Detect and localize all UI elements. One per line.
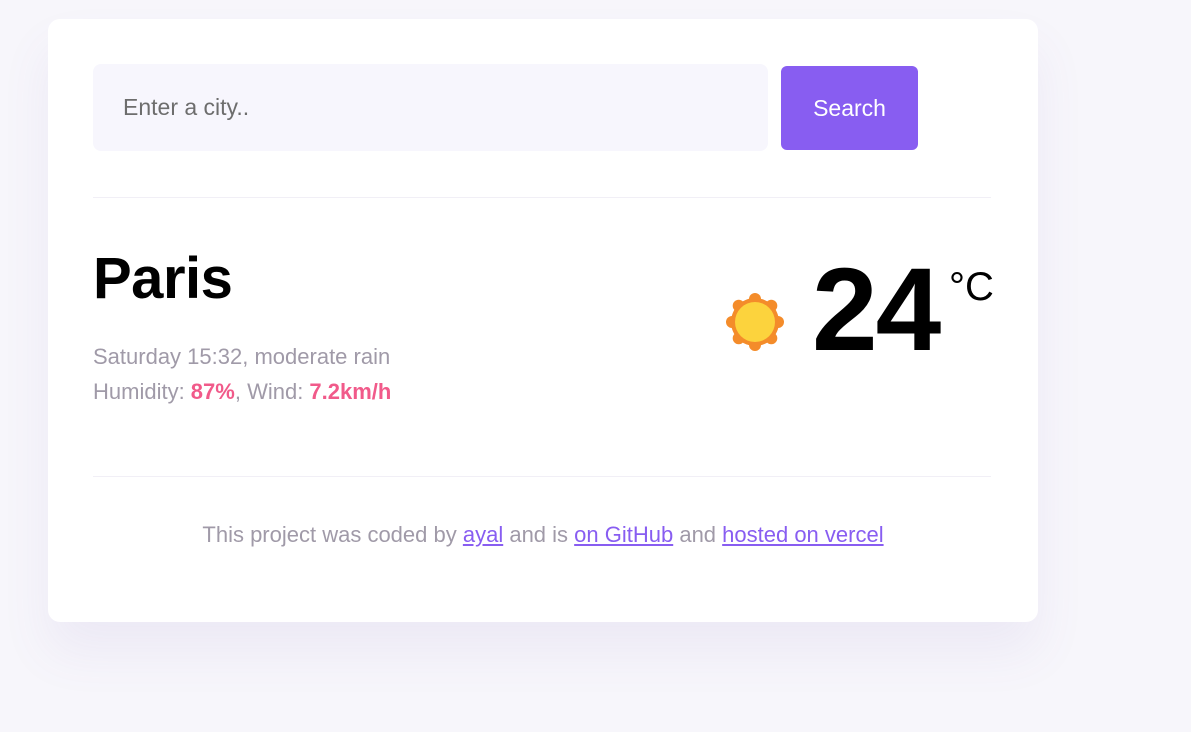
date-description-line: Saturday 15:32, moderate rain (93, 339, 391, 374)
city-search-input[interactable] (93, 64, 768, 151)
sun-icon (726, 293, 784, 351)
weather-description: moderate rain (254, 344, 391, 369)
humidity-wind-line: Humidity: 87%, Wind: 7.2km/h (93, 374, 391, 409)
city-name: Paris (93, 246, 233, 311)
vercel-link[interactable]: hosted on vercel (722, 522, 883, 547)
temperature-unit: °C (949, 265, 994, 309)
weather-details: Saturday 15:32, moderate rain Humidity: … (93, 339, 391, 409)
divider (93, 197, 991, 198)
weather-card: Search Paris Saturday 15:32, moderate ra… (48, 19, 1038, 622)
footer: This project was coded by ayal and is on… (48, 522, 1038, 548)
temperature-value: 24 (812, 244, 941, 376)
footer-text: and (673, 522, 723, 547)
github-link[interactable]: on GitHub (574, 522, 673, 547)
humidity-value: 87% (190, 379, 235, 404)
footer-text: and is (503, 522, 575, 547)
wind-value: 7.2km/h (309, 379, 392, 404)
footer-text: This project was coded by (202, 522, 463, 547)
day-time: Saturday 15:32 (93, 344, 243, 369)
divider (93, 476, 991, 477)
wind-label: , Wind: (234, 379, 310, 404)
author-link[interactable]: ayal (463, 522, 503, 547)
comma-separator: , (242, 344, 255, 369)
search-button[interactable]: Search (781, 66, 918, 150)
humidity-label: Humidity: (93, 379, 191, 404)
